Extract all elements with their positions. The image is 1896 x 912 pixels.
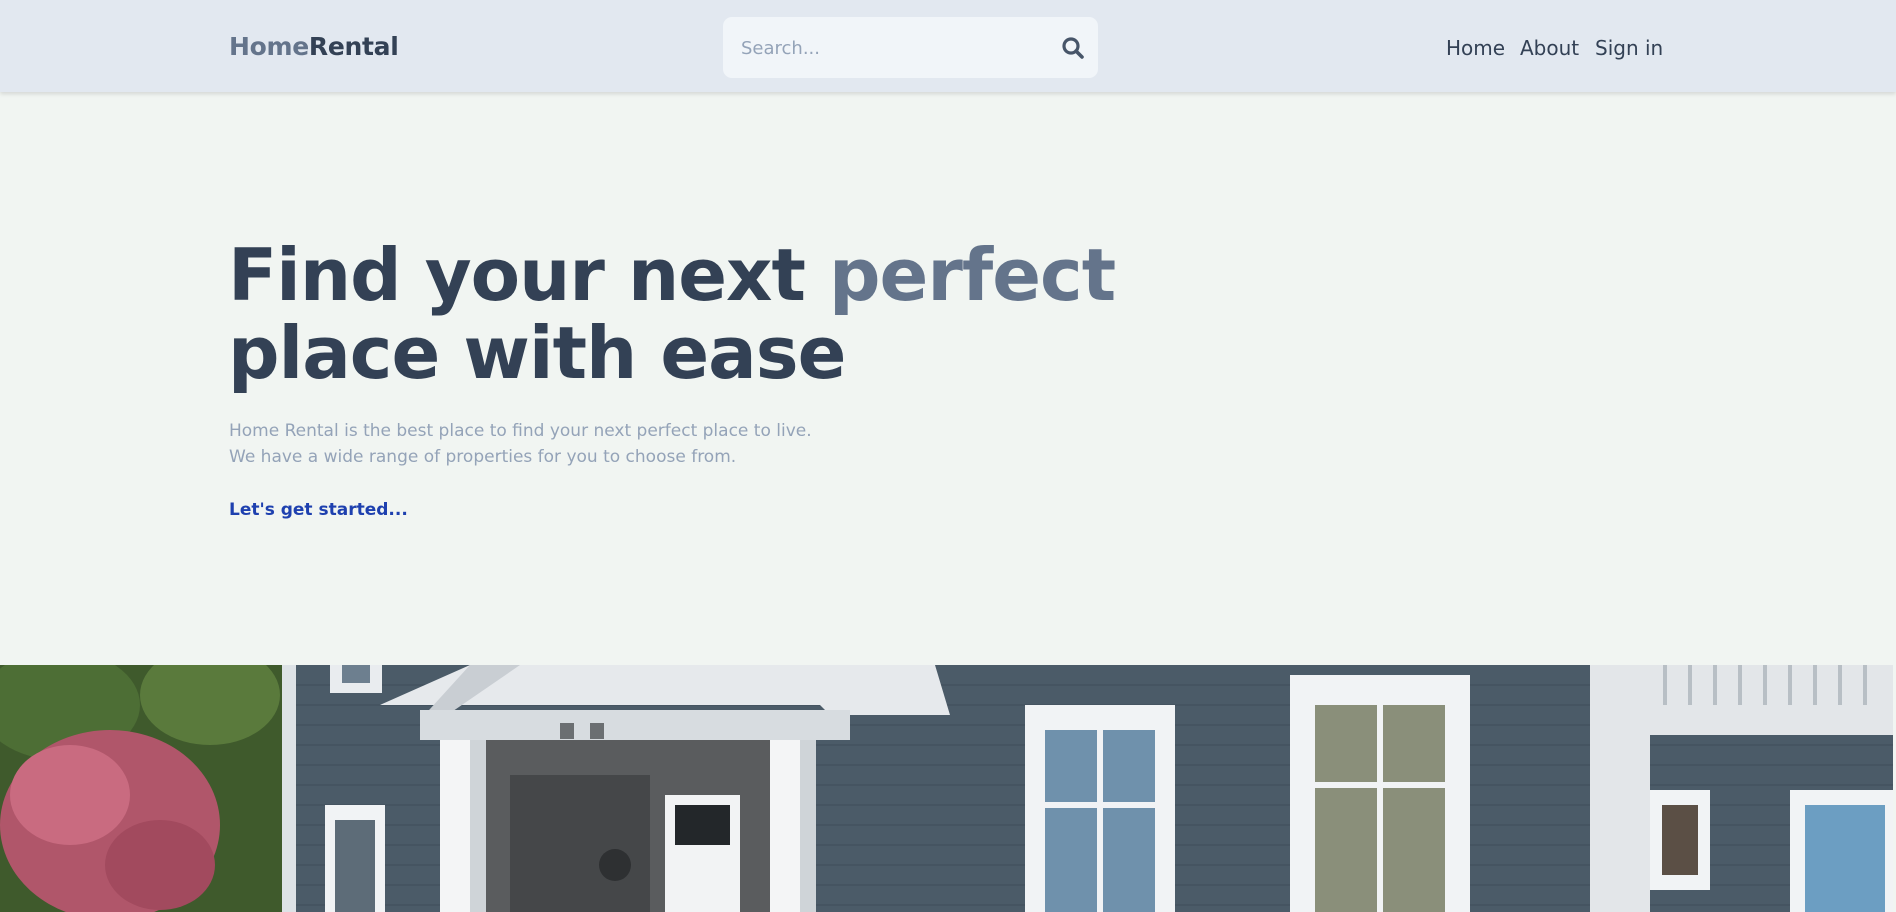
search-input[interactable] (739, 17, 1043, 80)
logo[interactable]: HomeRental (229, 32, 399, 61)
hero-description: Home Rental is the best place to find yo… (229, 418, 812, 470)
get-started-link[interactable]: Let's get started... (229, 500, 408, 520)
hero-description-line1: Home Rental is the best place to find yo… (229, 421, 812, 441)
logo-home: Home (229, 32, 309, 61)
hero-title: Find your next perfect place with ease (228, 233, 1116, 395)
site-header: HomeRental Home About Sign in (0, 0, 1896, 92)
search-bar (723, 17, 1098, 80)
hero-title-part1: Find your next (228, 233, 829, 317)
nav-home[interactable]: Home (1446, 36, 1505, 60)
nav-about[interactable]: About (1520, 36, 1579, 60)
logo-rental: Rental (308, 32, 399, 61)
hero-title-accent: perfect (828, 233, 1116, 317)
hero-title-part2: place with ease (228, 311, 846, 395)
nav-sign-in[interactable]: Sign in (1595, 36, 1663, 60)
house-photo (0, 665, 1893, 912)
hero-description-line2: We have a wide range of properties for y… (229, 447, 737, 467)
search-icon[interactable] (1060, 35, 1086, 61)
